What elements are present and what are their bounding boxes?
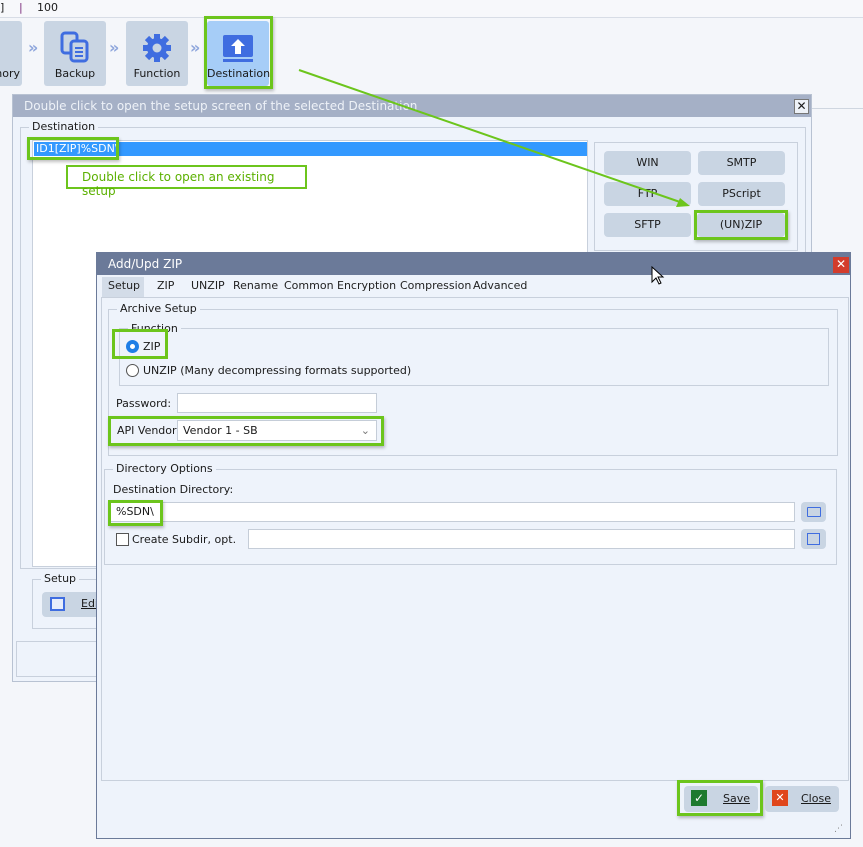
resize-grip-icon[interactable]: ⋰: [834, 824, 843, 834]
unzip-radio[interactable]: [126, 364, 139, 377]
subdir-input[interactable]: [248, 529, 795, 549]
tab-common[interactable]: Common: [284, 279, 334, 292]
password-input[interactable]: [177, 393, 377, 413]
create-subdir-checkbox[interactable]: [116, 533, 129, 546]
password-label: Password:: [116, 397, 172, 410]
browse-folder-button[interactable]: [801, 502, 826, 522]
destination-directory-label: Destination Directory:: [113, 483, 234, 496]
tab-rename[interactable]: Rename: [233, 279, 278, 292]
create-subdir-label: Create Subdir, opt.: [132, 533, 237, 546]
unzip-radio-label: UNZIP (Many decompressing formats suppor…: [143, 364, 412, 377]
destination-directory-input[interactable]: %SDN\: [110, 502, 795, 522]
highlight-box: [108, 416, 384, 446]
tab-compression[interactable]: Compression: [400, 279, 471, 292]
tab-setup[interactable]: Setup: [108, 279, 140, 292]
folder-icon: [807, 507, 821, 517]
close-x-icon: ✕: [772, 790, 788, 806]
highlight-box: [112, 329, 168, 359]
tab-unzip[interactable]: UNZIP: [191, 279, 225, 292]
mouse-cursor-icon: [651, 266, 665, 285]
tab-zip[interactable]: ZIP: [157, 279, 174, 292]
subdir-options-button[interactable]: [801, 529, 826, 549]
tab-encryption[interactable]: Encryption: [337, 279, 396, 292]
list-add-icon: [807, 533, 820, 545]
highlight-box: [677, 780, 763, 816]
dialog-title-bar: Add/Upd ZIP: [97, 253, 850, 275]
function-group: Function: [119, 322, 829, 386]
highlight-box: [108, 500, 163, 526]
tab-advanced[interactable]: Advanced: [473, 279, 527, 292]
close-icon[interactable]: ✕: [833, 257, 849, 273]
close-button[interactable]: ✕ Close: [765, 786, 839, 812]
